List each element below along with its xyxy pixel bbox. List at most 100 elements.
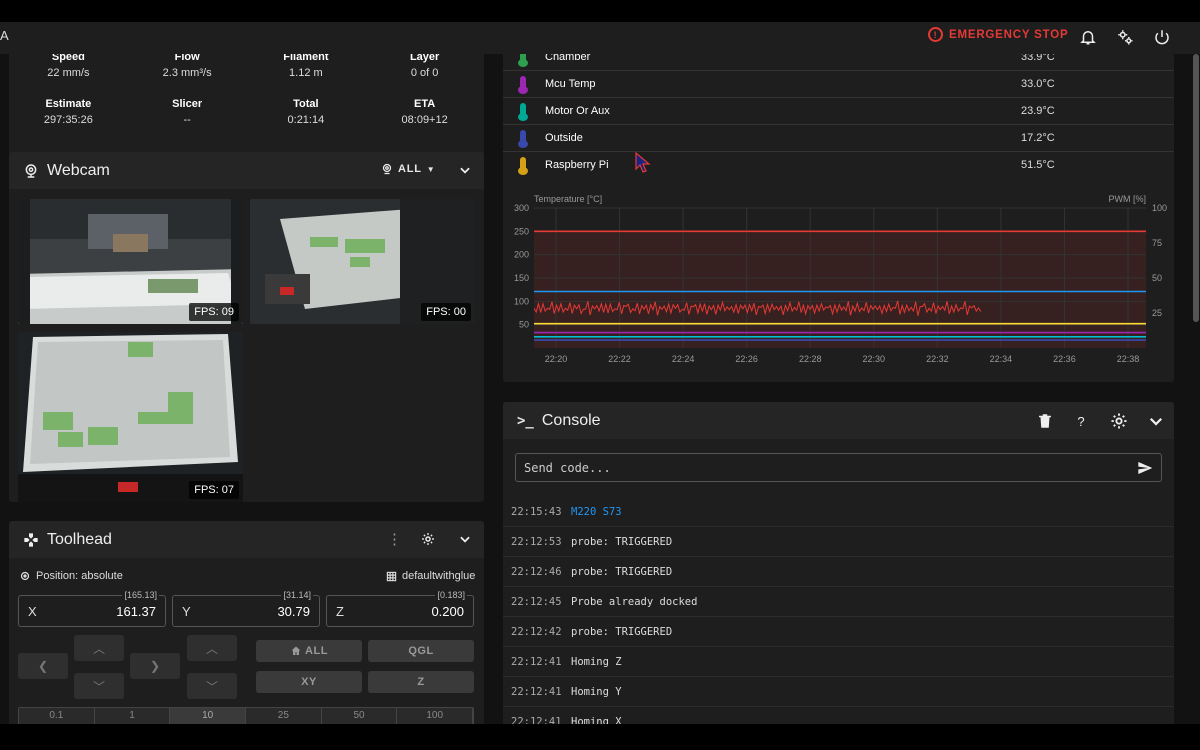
qgl-button[interactable]: QGL	[368, 640, 474, 662]
webcam-feed-3[interactable]: FPS: 07	[18, 332, 243, 502]
stat-slicer: Slicer --	[172, 98, 203, 126]
sensor-row-motor-or-aux[interactable]: Motor Or Aux 23.9°C	[503, 98, 1174, 125]
console-message: Homing Y	[571, 686, 622, 698]
trash-icon[interactable]	[1036, 412, 1054, 430]
home-z-button[interactable]: Z	[368, 671, 474, 693]
emergency-stop-button[interactable]: ! EMERGENCY STOP	[928, 27, 1068, 42]
y-tick-label: 100	[514, 296, 529, 306]
stat-estimate: Estimate 297:35:26	[43, 98, 93, 126]
x-tick-label: 22:24	[672, 354, 695, 364]
y-position-field[interactable]: Y 30.79 [31.14]	[172, 590, 320, 627]
thermometer-icon	[518, 157, 528, 175]
x-tick-label: 22:22	[608, 354, 631, 364]
sensor-row-raspberry-pi[interactable]: Raspberry Pi 51.5°C	[503, 152, 1174, 179]
fps-badge: FPS: 09	[189, 303, 239, 321]
stat-layer: Layer 0 of 0	[409, 54, 440, 79]
temperatures-card: Chamber 33.9°C Mcu Temp 33.0°C Motor Or …	[503, 54, 1174, 382]
console-message: probe: TRIGGERED	[571, 536, 673, 548]
collapse-toolhead-icon[interactable]	[458, 532, 472, 546]
chevron-left-icon: ❮	[37, 659, 49, 673]
bed-mesh-label: defaultwithglue	[402, 570, 476, 582]
console-title: Console	[541, 411, 601, 429]
webcam-small-icon	[382, 163, 392, 175]
console-line: 22:12:41 Homing Y	[503, 677, 1174, 707]
console-timestamp: 22:12:41	[511, 686, 562, 698]
step-option[interactable]: 1	[94, 708, 171, 724]
console-header: >_ Console ?	[503, 402, 1174, 439]
bed-mesh-indicator[interactable]: defaultwithglue	[386, 570, 475, 582]
y-tick-label: 300	[514, 203, 529, 213]
x-tick-label: 22:36	[1053, 354, 1076, 364]
z-position-field[interactable]: Z 0.200 [0.183]	[326, 590, 474, 627]
stats-row-2: Estimate 297:35:26 Slicer -- Total 0:21:14 …	[9, 96, 484, 128]
step-option[interactable]: 50	[321, 708, 398, 724]
y-tick-label: 250	[514, 226, 529, 236]
thermometer-icon	[518, 76, 528, 94]
webcam-feed-2[interactable]: FPS: 00	[250, 199, 475, 324]
x-tick-label: 22:38	[1117, 354, 1140, 364]
toolhead-card: Toolhead ⋮ Position: absolute defaultwit…	[9, 521, 484, 724]
x-tick-label: 22:32	[926, 354, 949, 364]
stats-row-1: Speed 22 mm/s Flow 2.3 mm³/s Filament 1.12 …	[9, 54, 484, 81]
gear-icon[interactable]	[421, 532, 435, 546]
x-tick-label: 22:26	[735, 354, 758, 364]
send-icon[interactable]	[1136, 460, 1154, 476]
webcam-filter-dropdown[interactable]: ALL ▼	[381, 163, 436, 175]
jog-z-plus-button[interactable]: ︿	[187, 635, 237, 661]
y-tick-label: 50	[519, 320, 529, 330]
y-axis-label: Temperature [°C]	[534, 194, 602, 204]
camera-image-3	[18, 332, 243, 502]
send-code-input[interactable]	[524, 459, 1114, 477]
jog-x-minus-button[interactable]: ❮	[18, 653, 68, 679]
console-command[interactable]: M220 S73	[571, 506, 622, 518]
chevron-down-icon: ﹀	[92, 679, 105, 694]
console-timestamp: 22:12:42	[511, 626, 562, 638]
sensor-row-chamber[interactable]: Chamber 33.9°C	[503, 54, 1174, 71]
collapse-console-icon[interactable]	[1147, 412, 1165, 430]
gamepad-icon	[24, 532, 38, 547]
power-icon	[1155, 30, 1169, 45]
notifications-button[interactable]	[1077, 26, 1099, 48]
grid-icon	[386, 571, 397, 581]
jog-y-minus-button[interactable]: ﹀	[74, 673, 124, 699]
console-timestamp: 22:12:46	[511, 566, 562, 578]
chevron-right-icon: ❯	[149, 659, 161, 673]
sensor-row-outside[interactable]: Outside 17.2°C	[503, 125, 1174, 152]
console-timestamp: 22:12:41	[511, 656, 562, 668]
help-icon[interactable]: ?	[1072, 412, 1090, 430]
jog-z-minus-button[interactable]: ﹀	[187, 673, 237, 699]
webcam-filter-label: ALL	[398, 163, 422, 175]
stat-filament: Filament 1.12 m	[283, 54, 329, 79]
sensor-row-mcu-temp[interactable]: Mcu Temp 33.0°C	[503, 71, 1174, 98]
y2-axis-label: PWM [%]	[1109, 194, 1147, 204]
jog-x-plus-button[interactable]: ❯	[130, 653, 180, 679]
stat-speed: Speed 22 mm/s	[47, 54, 90, 79]
thermometer-icon	[518, 54, 528, 67]
collapse-webcam-icon[interactable]	[458, 163, 472, 177]
screen-top-bar	[0, 0, 1200, 22]
power-button[interactable]	[1151, 26, 1173, 48]
x-position-field[interactable]: X 161.37 [165.13]	[18, 590, 166, 627]
console-line: 22:12:42 probe: TRIGGERED	[503, 617, 1174, 647]
step-option[interactable]: 0.1	[19, 708, 95, 724]
step-option[interactable]: 100	[397, 708, 473, 724]
console-message: Probe already docked	[571, 596, 698, 608]
home-xy-button[interactable]: XY	[256, 671, 362, 693]
webcam-feed-1[interactable]: FPS: 09	[18, 199, 243, 324]
settings-button[interactable]	[1114, 26, 1136, 48]
page-scrollbar[interactable]	[1193, 54, 1199, 322]
alert-circle-icon: !	[928, 27, 943, 42]
toolhead-header: Toolhead ⋮	[9, 521, 484, 558]
home-all-button[interactable]: ALL	[256, 640, 362, 662]
step-option[interactable]: 25	[246, 708, 322, 724]
chevron-up-icon: ︿	[92, 641, 105, 656]
jog-y-plus-button[interactable]: ︿	[74, 635, 124, 661]
crosshair-icon	[20, 571, 30, 581]
step-option-selected[interactable]: 10	[170, 708, 247, 724]
y2-tick-label: 100	[1152, 203, 1167, 213]
stat-flow: Flow 2.3 mm³/s	[162, 54, 212, 79]
gear-icon[interactable]	[1110, 412, 1128, 430]
stat-eta: ETA 08:09+12	[401, 98, 448, 126]
more-options-icon[interactable]: ⋮	[387, 530, 402, 548]
console-message: probe: TRIGGERED	[571, 626, 673, 638]
